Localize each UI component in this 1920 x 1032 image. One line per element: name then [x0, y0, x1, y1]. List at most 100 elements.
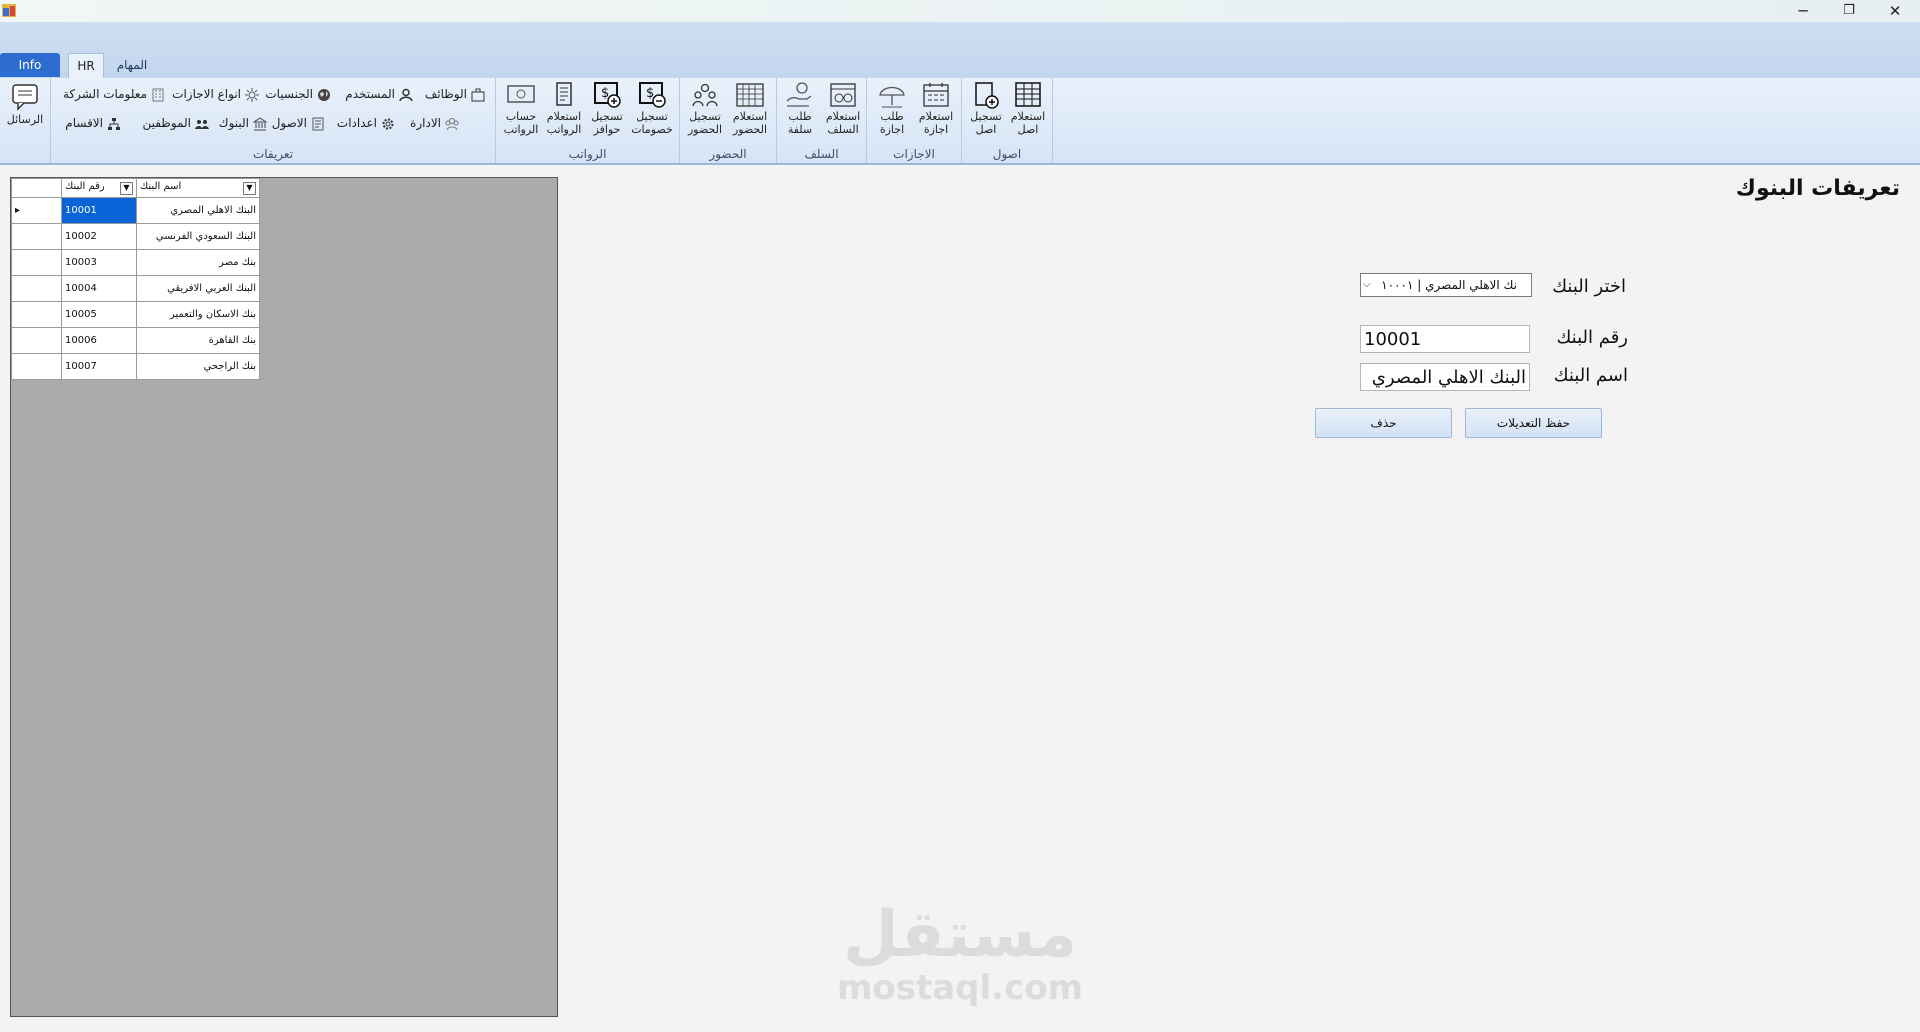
globe-icon	[318, 88, 330, 101]
table-row[interactable]: ▸ 10001 البنك الاهلي المصري	[11, 197, 260, 224]
ribbon-tab-strip: Info HR المهام	[0, 22, 1920, 79]
cell-bank-no[interactable]: 10003	[61, 249, 137, 276]
vacations-group-label: الاجازات	[893, 147, 935, 161]
watermark-latin: mostaql.com	[836, 968, 1084, 1008]
ribbon: الرسائل الوظائف المستخدم الجنسيات انواع …	[0, 78, 1920, 165]
departments-button[interactable]: الاقسام	[65, 112, 121, 134]
restore-button[interactable]: ❐	[1826, 0, 1872, 22]
page-title: تعريفات البنوك	[1735, 176, 1900, 201]
delete-button[interactable]: حذف	[1315, 408, 1452, 438]
row-header-corner	[11, 178, 62, 198]
cell-bank-name[interactable]: البنك السعودي الفرنسي	[136, 223, 260, 250]
bank-icon	[252, 116, 268, 130]
table-row[interactable]: 10004 البنك العربي الافريقي	[11, 275, 260, 302]
cell-bank-name[interactable]: بنك الاسكان والتعمير	[136, 301, 260, 328]
cell-bank-no[interactable]: 10007	[61, 353, 137, 380]
salaries-group-label: الرواتب	[568, 147, 607, 161]
cell-bank-no[interactable]: 10005	[61, 301, 137, 328]
row-selector[interactable]	[11, 275, 62, 302]
row-selector[interactable]	[11, 223, 62, 250]
file-add-icon	[975, 82, 999, 109]
group-icon	[445, 117, 459, 130]
bank-no-field[interactable]: 10001	[1360, 325, 1530, 353]
document-icon	[312, 117, 324, 130]
cell-bank-name[interactable]: البنك العربي الافريقي	[136, 275, 260, 302]
jobs-button[interactable]: الوظائف	[425, 83, 485, 105]
column-header-bank-no[interactable]: رقم البنك ▼	[61, 178, 137, 198]
team-icon	[692, 83, 718, 107]
asset-query-button[interactable]: استعلام اصل	[1007, 81, 1049, 136]
user-button[interactable]: المستخدم	[345, 83, 413, 105]
title-bar: ─ ❐ ✕	[0, 0, 1920, 22]
table-row[interactable]: 10003 بنك مصر	[11, 249, 260, 276]
advances-group: طلب سلفة استعلام السلف السلف	[777, 78, 867, 163]
minimize-button[interactable]: ─	[1780, 0, 1826, 22]
settings-button[interactable]: اعدادات	[337, 112, 395, 134]
nationalities-button[interactable]: الجنسيات	[265, 83, 331, 105]
attendance-query-button[interactable]: استعلام الحضور	[729, 81, 771, 136]
row-selector-icon[interactable]: ▸	[11, 197, 62, 224]
cell-bank-name[interactable]: بنك الراجحي	[136, 353, 260, 380]
incentives-button[interactable]: $ تسجيل حوافز	[586, 81, 628, 136]
cell-bank-no[interactable]: 10004	[61, 275, 137, 302]
cell-bank-name[interactable]: بنك القاهرة	[136, 327, 260, 354]
chevron-down-icon[interactable]: ⌵	[1363, 274, 1371, 296]
advance-query-button[interactable]: استعلام السلف	[822, 81, 864, 136]
salary-calc-button[interactable]: حساب الرواتب	[500, 81, 542, 136]
vacation-types-button[interactable]: انواع الاجازات	[172, 83, 259, 105]
save-changes-button[interactable]: حفظ التعديلات	[1465, 408, 1602, 438]
messages-group: الرسائل	[0, 78, 51, 163]
tab-info[interactable]: Info	[0, 53, 60, 77]
money-remove-icon: $	[639, 82, 666, 108]
hand-coin-icon	[786, 82, 812, 107]
tab-hr[interactable]: HR	[68, 53, 104, 78]
banks-button[interactable]: البنوك	[219, 112, 268, 134]
deductions-button[interactable]: $ تسجيل خصومات	[631, 81, 673, 136]
row-selector[interactable]	[11, 301, 62, 328]
close-button[interactable]: ✕	[1872, 0, 1918, 22]
app-icon	[2, 4, 16, 17]
select-bank-label: اختر البنك	[1552, 276, 1626, 297]
messages-button[interactable]: الرسائل	[4, 82, 46, 126]
table-row[interactable]: 10005 بنك الاسكان والتعمير	[11, 301, 260, 328]
tab-tasks[interactable]: المهام	[112, 53, 152, 77]
column-header-bank-name[interactable]: اسم البنك ▼	[136, 178, 260, 198]
bank-name-field[interactable]: البنك الاهلي المصري	[1360, 363, 1530, 391]
attendance-reg-button[interactable]: تسجيل الحضور	[684, 81, 726, 136]
company-info-button[interactable]: معلومات الشركة	[63, 83, 165, 105]
bank-select[interactable]: ⌵ نك الاهلي المصري | ١٠٠٠١	[1360, 273, 1532, 297]
cell-bank-name[interactable]: بنك مصر	[136, 249, 260, 276]
cell-bank-name[interactable]: البنك الاهلي المصري	[136, 197, 260, 224]
administration-button[interactable]: الادارة	[410, 112, 459, 134]
money-icon	[507, 85, 535, 103]
filter-arrow-icon[interactable]: ▼	[120, 182, 133, 195]
chat-icon	[12, 84, 38, 111]
banks-data-grid[interactable]: رقم البنك ▼ اسم البنك ▼ ▸ 10001 البنك الاه…	[10, 177, 558, 1017]
definitions-group: الوظائف المستخدم الجنسيات انواع الاجازات…	[51, 78, 496, 163]
row-selector[interactable]	[11, 353, 62, 380]
vacation-request-button[interactable]: طلب اجازة	[871, 81, 913, 136]
hierarchy-icon	[108, 117, 120, 130]
cell-bank-no[interactable]: 10002	[61, 223, 137, 250]
cell-bank-no[interactable]: 10006	[61, 327, 137, 354]
asset-reg-button[interactable]: تسجيل اصل	[965, 81, 1007, 136]
vacation-query-button[interactable]: استعلام اجازة	[915, 81, 957, 136]
table-row[interactable]: 10006 بنك القاهرة	[11, 327, 260, 354]
row-selector[interactable]	[11, 327, 62, 354]
filter-arrow-icon[interactable]: ▼	[243, 182, 256, 195]
bank-name-label: اسم البنك	[1553, 365, 1628, 386]
people-icon	[195, 119, 209, 129]
banks-table: رقم البنك ▼ اسم البنك ▼ ▸ 10001 البنك الاه…	[11, 178, 260, 380]
employees-button[interactable]: الموظفين	[142, 112, 209, 134]
salary-query-button[interactable]: استعلام الرواتب	[543, 81, 585, 136]
row-selector[interactable]	[11, 249, 62, 276]
calendar-money-icon	[830, 83, 856, 107]
user-icon	[399, 88, 413, 101]
calendar-icon	[923, 83, 949, 107]
table-row[interactable]: 10002 البنك السعودي الفرنسي	[11, 223, 260, 250]
watermark-arabic: مستقل	[842, 898, 1078, 972]
assets-def-button[interactable]: الاصول	[272, 112, 325, 134]
table-row[interactable]: 10007 بنك الراجحي	[11, 353, 260, 380]
cell-bank-no[interactable]: 10001	[61, 197, 137, 224]
advance-request-button[interactable]: طلب سلفة	[779, 81, 821, 136]
